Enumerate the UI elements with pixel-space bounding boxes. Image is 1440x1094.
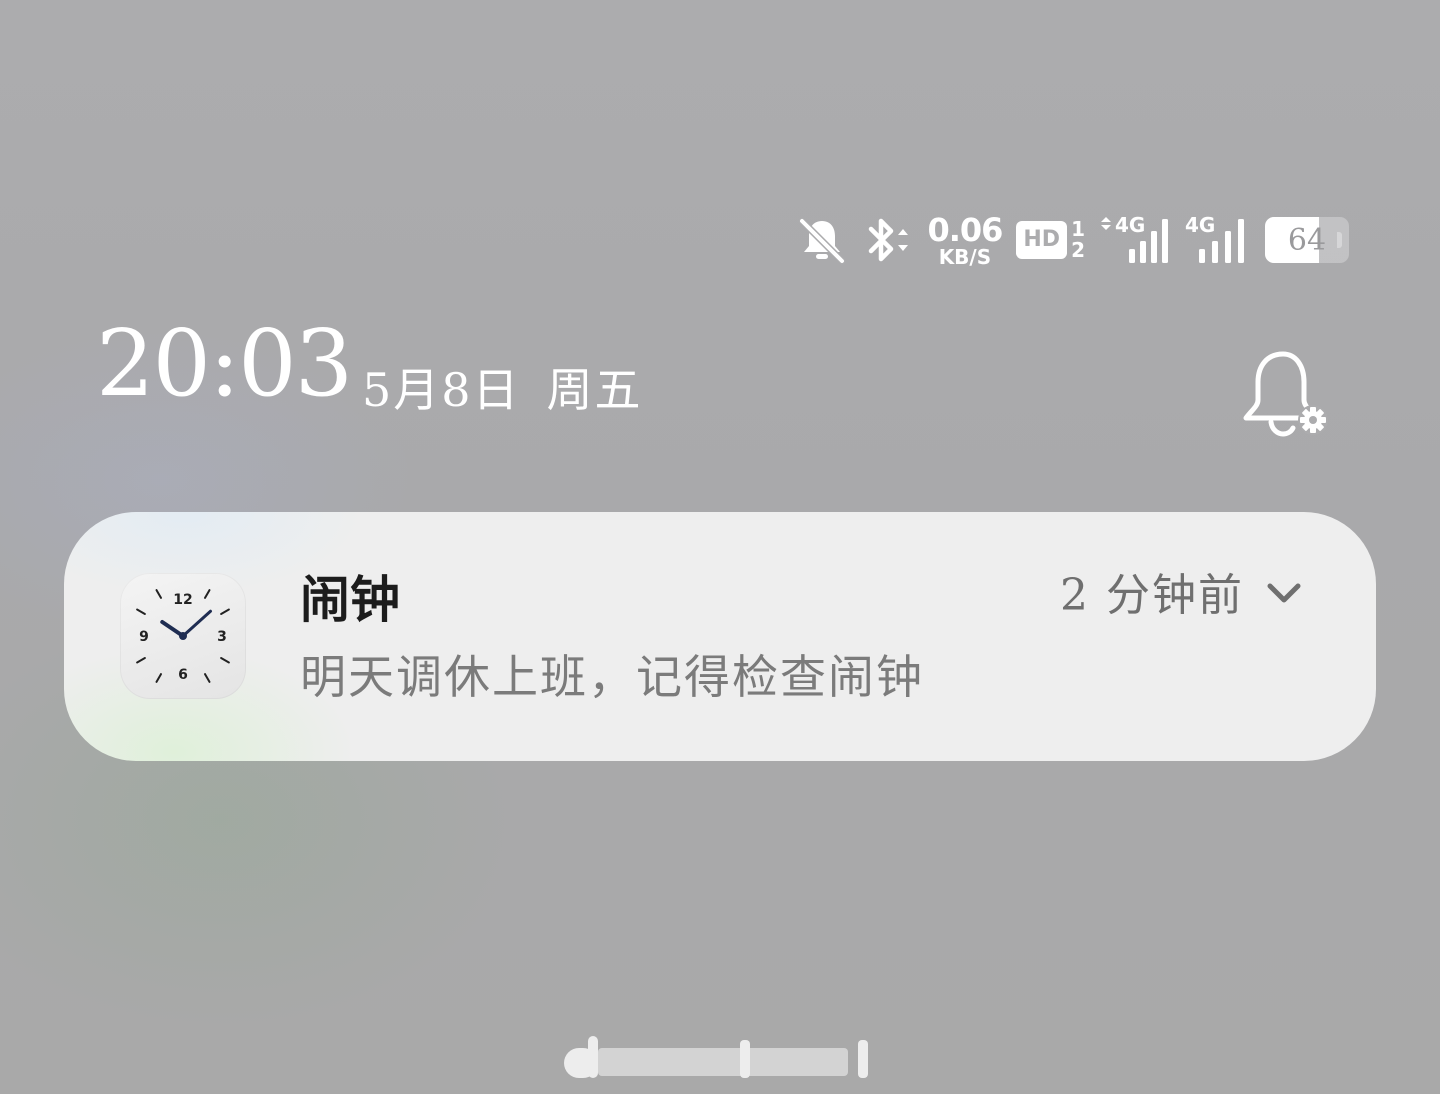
notification-body: 明天调休上班，记得检查闹钟 (300, 650, 924, 704)
date-label: 5月8日 (362, 363, 521, 417)
sim1-signal: 4G (1099, 215, 1171, 265)
network-speed-unit: KB/S (938, 244, 992, 269)
clock-number-12: 12 (173, 592, 192, 608)
alarm-notification-card[interactable]: 12 3 6 9 闹钟 2 分钟前 明天调休上班，记得检查闹钟 (64, 512, 1376, 761)
clock-app-icon: 12 3 6 9 (120, 573, 246, 699)
expand-button[interactable] (1264, 574, 1304, 614)
hd-label: HD (1016, 221, 1068, 259)
bell-muted-icon (797, 215, 847, 265)
battery-body: 64 (1265, 217, 1349, 263)
lockscreen-date: 5月8日 周五 (362, 367, 643, 413)
notification-settings-button[interactable] (1236, 344, 1336, 444)
status-bar: 0.06 KB/S HD 1 2 4G 4G 64 (797, 208, 1349, 272)
clock-tick (204, 673, 211, 683)
clock-tick (136, 657, 146, 664)
sim1-network-type: 4G (1115, 213, 1146, 237)
clock-tick (204, 589, 211, 599)
network-speed-value: 0.06 (927, 210, 1003, 249)
clock-tick (155, 589, 162, 599)
sim-slot-indicator: 1 2 (1071, 219, 1085, 261)
sim-slot-bottom: 2 (1071, 238, 1085, 262)
clock-tick (220, 657, 230, 664)
notification-app-name: 闹钟 (300, 570, 400, 629)
lockscreen-time: 20:03 (96, 310, 353, 417)
chevron-down-icon (1267, 583, 1301, 603)
weekday-label: 周五 (546, 363, 643, 417)
sim2-network-type: 4G (1185, 213, 1216, 237)
clock-number-6: 6 (178, 667, 188, 683)
sim-slot-top: 1 (1071, 217, 1085, 241)
sim2-signal: 4G (1185, 215, 1251, 265)
clock-tick (136, 608, 146, 615)
network-speed: 0.06 KB/S (927, 210, 1003, 269)
clock-face: 12 3 6 9 (136, 589, 230, 683)
hd-voice-badge: HD 1 2 (1016, 219, 1085, 261)
clock-number-3: 3 (217, 629, 227, 645)
battery-icon: 64 (1265, 217, 1349, 263)
clock-tick (155, 673, 162, 683)
clock-tick (220, 608, 230, 615)
clock-minute-hand (181, 609, 212, 638)
home-indicator[interactable] (560, 1034, 880, 1080)
clock-number-9: 9 (139, 629, 149, 645)
bell-gear-icon (1243, 351, 1328, 437)
battery-percent: 64 (1287, 222, 1327, 258)
bluetooth-icon (861, 215, 913, 265)
notification-time-ago: 2 分钟前 (1060, 570, 1244, 621)
